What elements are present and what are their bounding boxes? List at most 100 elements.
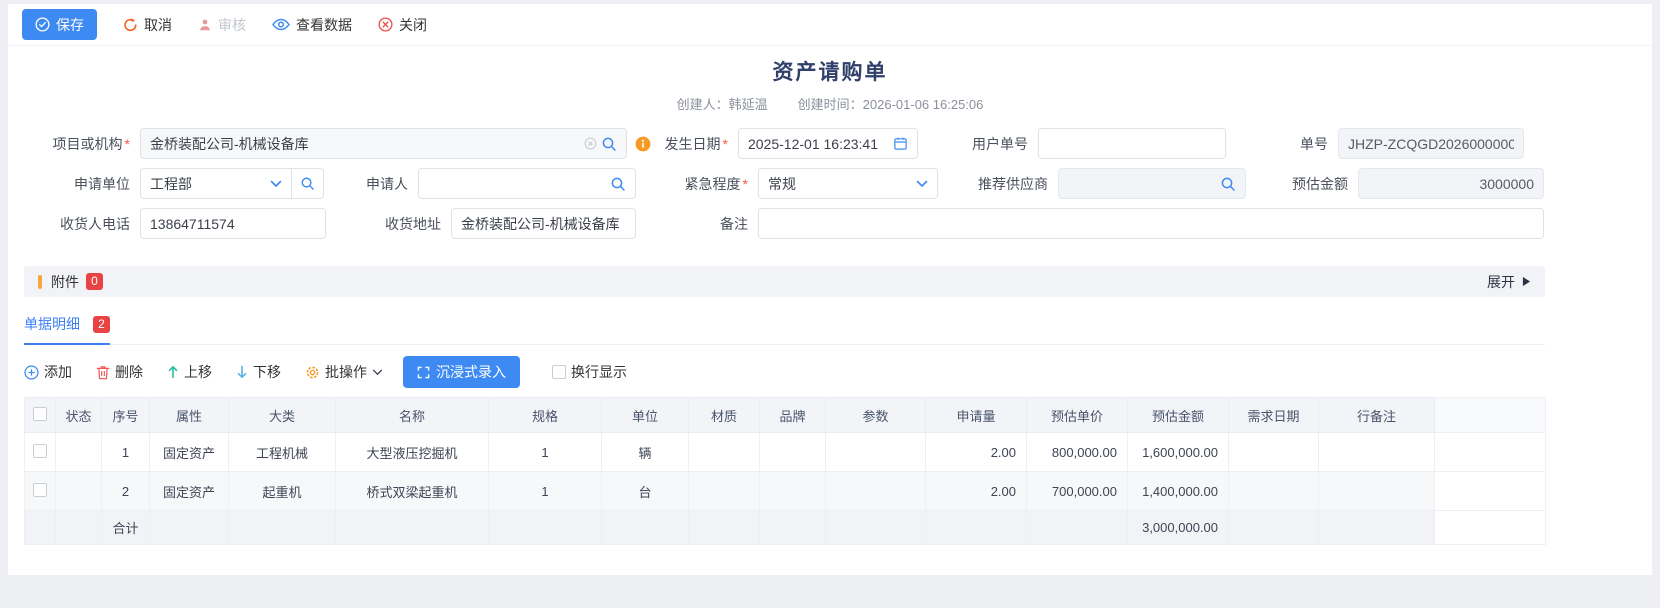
cancel-button[interactable]: 取消 (123, 15, 172, 35)
project-input[interactable] (150, 136, 580, 152)
table-total-row: 合计 3,000,000.00 (25, 511, 1546, 545)
remark-input[interactable] (768, 216, 1534, 232)
user-order-no-input[interactable] (1048, 136, 1216, 152)
project-field[interactable] (140, 128, 627, 159)
expand-arrow-icon (1522, 276, 1531, 287)
chevron-down-icon (270, 180, 282, 188)
cell-attr: 固定资产 (150, 433, 229, 472)
immersive-entry-label: 沉浸式录入 (436, 362, 506, 382)
expand-button[interactable]: 展开 (1487, 272, 1531, 292)
remark-label: 备注 (636, 214, 758, 234)
add-row-button[interactable]: 添加 (24, 362, 72, 382)
required-asterisk: * (723, 136, 728, 152)
calendar-icon[interactable] (893, 136, 908, 151)
cell-need-date (1229, 433, 1319, 472)
cell-name: 桥式双梁起重机 (336, 472, 489, 511)
creator-info: 创建人：韩延温 (677, 94, 768, 113)
apply-dept-label: 申请单位 (8, 174, 140, 194)
cell-unit: 辆 (602, 433, 689, 472)
search-icon[interactable] (601, 136, 617, 152)
col-qty: 申请量 (926, 398, 1027, 433)
cell-qty: 2.00 (926, 472, 1027, 511)
cell-line-remark (1319, 472, 1435, 511)
cell-need-date (1229, 472, 1319, 511)
cell-attr: 固定资产 (150, 472, 229, 511)
info-icon[interactable] (635, 136, 651, 152)
audit-button[interactable]: 审核 (198, 15, 246, 35)
cell-category: 起重机 (229, 472, 336, 511)
save-label: 保存 (56, 15, 84, 35)
urgency-select[interactable]: 常规 (758, 168, 938, 199)
col-brand: 品牌 (760, 398, 826, 433)
delete-row-button[interactable]: 删除 (96, 362, 143, 382)
grid-toolbar: 添加 删除 上移 下移 批操作 (24, 356, 1652, 388)
delete-row-label: 删除 (115, 362, 143, 382)
cell-amount: 1,600,000.00 (1128, 433, 1229, 472)
occur-date-field[interactable] (738, 128, 918, 159)
cell-spec: 1 (489, 472, 602, 511)
applicant-input[interactable] (428, 176, 606, 192)
order-no-input (1348, 136, 1514, 152)
form-row-2: 申请单位 工程部 申请人 紧急程度* 常规 (8, 168, 1652, 199)
tab-detail[interactable]: 单据明细 2 (24, 314, 110, 345)
col-filler (1435, 398, 1546, 433)
view-data-label: 查看数据 (296, 15, 352, 35)
address-field[interactable] (451, 208, 636, 239)
urgency-label: 紧急程度* (636, 174, 758, 194)
audit-label: 审核 (218, 15, 246, 35)
cell-qty: 2.00 (926, 433, 1027, 472)
close-button[interactable]: 关闭 (378, 15, 427, 35)
cell-param (826, 472, 926, 511)
attachments-bar[interactable]: 附件 0 展开 (24, 266, 1545, 297)
est-amount-label: 预估金额 (1246, 174, 1358, 194)
cell-brand (760, 472, 826, 511)
phone-field[interactable] (140, 208, 326, 239)
immersive-entry-button[interactable]: 沉浸式录入 (403, 356, 520, 388)
gear-icon (305, 365, 320, 380)
save-button[interactable]: 保存 (22, 9, 97, 40)
move-up-label: 上移 (184, 362, 212, 382)
apply-dept-value: 工程部 (150, 174, 192, 194)
view-data-button[interactable]: 查看数据 (272, 15, 352, 35)
move-down-button[interactable]: 下移 (236, 362, 281, 382)
batch-operations-button[interactable]: 批操作 (305, 362, 383, 382)
select-all-checkbox[interactable] (33, 407, 47, 421)
supplier-input (1068, 176, 1216, 192)
col-category: 大类 (229, 398, 336, 433)
clear-icon[interactable] (584, 137, 597, 150)
cell-status (56, 433, 102, 472)
user-order-no-label: 用户单号 (918, 134, 1038, 154)
remark-field[interactable] (758, 208, 1544, 239)
doc-meta: 创建人：韩延温 创建时间：2026-01-06 16:25:06 (8, 94, 1652, 113)
supplier-field (1058, 168, 1246, 199)
wrap-display-toggle[interactable]: 换行显示 (552, 362, 627, 382)
user-order-no-field[interactable] (1038, 128, 1226, 159)
occur-date-label: 发生日期* (651, 134, 738, 154)
cell-material (689, 472, 760, 511)
wrap-display-checkbox[interactable] (552, 365, 566, 379)
plus-circle-icon (24, 365, 39, 380)
row-checkbox[interactable] (33, 444, 47, 458)
phone-input[interactable] (150, 216, 316, 232)
address-input[interactable] (461, 216, 626, 232)
detail-count-badge: 2 (93, 316, 110, 333)
required-asterisk: * (125, 136, 130, 152)
close-label: 关闭 (399, 15, 427, 35)
apply-dept-search-button[interactable] (292, 168, 324, 199)
required-asterisk: * (743, 176, 748, 192)
col-unit: 单位 (602, 398, 689, 433)
apply-dept-select[interactable]: 工程部 (140, 168, 292, 199)
col-name: 名称 (336, 398, 489, 433)
occur-date-input[interactable] (748, 136, 889, 152)
applicant-label: 申请人 (324, 174, 418, 194)
search-icon[interactable] (610, 176, 626, 192)
detail-table: 状态 序号 属性 大类 名称 规格 单位 材质 品牌 参数 申请量 预估单价 预… (24, 397, 1546, 545)
move-up-button[interactable]: 上移 (167, 362, 212, 382)
cell-unit-price: 700,000.00 (1027, 472, 1128, 511)
cell-unit-price: 800,000.00 (1027, 433, 1128, 472)
chevron-down-icon (916, 180, 928, 188)
applicant-field[interactable] (418, 168, 636, 199)
created-time: 2026-01-06 16:25:06 (863, 97, 984, 112)
row-checkbox[interactable] (33, 483, 47, 497)
search-icon[interactable] (1220, 176, 1236, 192)
